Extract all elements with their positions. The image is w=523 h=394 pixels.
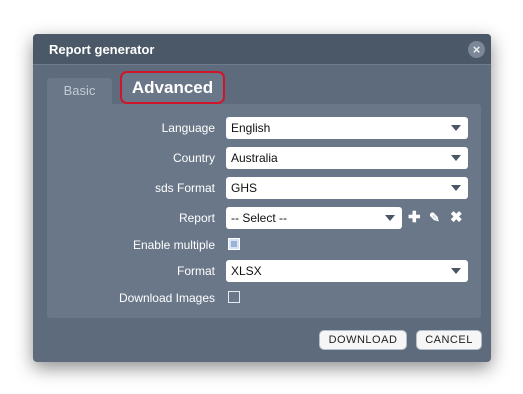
cancel-button[interactable]: CANCEL	[416, 330, 482, 350]
tab-basic[interactable]: Basic	[47, 78, 112, 104]
download-button[interactable]: DOWNLOAD	[319, 330, 407, 350]
report-select[interactable]: -- Select --	[226, 207, 402, 229]
report-value: -- Select --	[231, 211, 288, 225]
country-row: Country Australia	[47, 147, 481, 169]
format-row: Format XLSX	[47, 260, 481, 282]
edit-icon[interactable]: ✎	[429, 209, 440, 227]
country-value: Australia	[231, 151, 278, 165]
delete-icon[interactable]: ✖	[450, 209, 463, 227]
format-select[interactable]: XLSX	[226, 260, 468, 282]
dialog-titlebar: Report generator ×	[33, 34, 491, 65]
sds-format-row: sds Format GHS	[47, 177, 481, 199]
format-label: Format	[176, 264, 215, 278]
download-images-label: Download Images	[118, 291, 215, 305]
tab-advanced[interactable]: Advanced	[120, 71, 225, 104]
chevron-down-icon	[451, 155, 461, 161]
close-icon[interactable]: ×	[468, 41, 485, 58]
sds-format-label: sds Format	[154, 181, 215, 195]
sds-format-select[interactable]: GHS	[226, 177, 468, 199]
language-value: English	[231, 121, 271, 135]
enable-multiple-label: Enable multiple	[132, 238, 215, 252]
country-label: Country	[172, 151, 215, 165]
download-images-row: Download Images	[47, 287, 481, 309]
report-label: Report	[178, 211, 215, 225]
enable-multiple-checkbox[interactable]	[228, 238, 240, 250]
advanced-panel: Language English Country Australia sds F…	[47, 104, 481, 318]
enable-multiple-row: Enable multiple	[47, 234, 481, 256]
chevron-down-icon	[451, 125, 461, 131]
download-images-checkbox[interactable]	[228, 291, 240, 303]
language-label: Language	[161, 121, 215, 135]
chevron-down-icon	[451, 268, 461, 274]
dialog-title: Report generator	[49, 42, 155, 57]
language-select[interactable]: English	[226, 117, 468, 139]
format-value: XLSX	[231, 264, 262, 278]
country-select[interactable]: Australia	[226, 147, 468, 169]
language-row: Language English	[47, 117, 481, 139]
sds-format-value: GHS	[231, 181, 258, 195]
chevron-down-icon	[385, 215, 395, 221]
chevron-down-icon	[451, 185, 461, 191]
report-generator-dialog: Report generator × Basic Advanced Langua…	[33, 34, 491, 362]
add-icon[interactable]: ✚	[408, 209, 421, 227]
report-row: Report -- Select -- ✚ ✎ ✖	[47, 207, 481, 229]
